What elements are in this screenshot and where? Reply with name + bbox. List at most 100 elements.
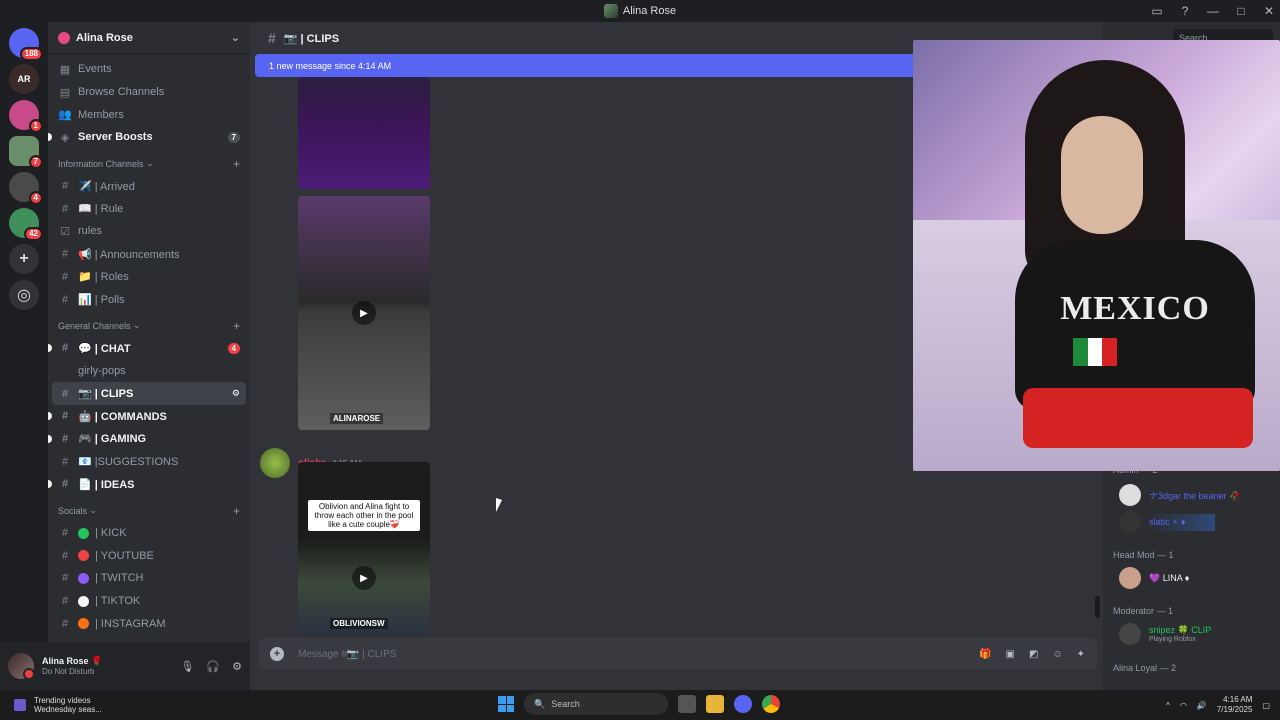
hash-icon: # xyxy=(61,595,69,608)
channel-polls[interactable]: # 📊 | Polls xyxy=(48,288,250,311)
scrollbar[interactable] xyxy=(1095,596,1100,618)
channel-gaming[interactable]: # 🎮 | GAMING xyxy=(48,428,250,451)
task-view-icon[interactable] xyxy=(678,695,696,713)
channel-rule[interactable]: # 📖 | Rule xyxy=(48,197,250,220)
wifi-icon[interactable]: ◠ xyxy=(1180,701,1187,710)
sticker-icon[interactable]: ◩ xyxy=(1029,649,1038,660)
stream-overlay[interactable]: MEXICO xyxy=(913,40,1280,471)
play-icon[interactable]: ▶ xyxy=(352,566,376,590)
close-button[interactable]: ✕ xyxy=(1262,4,1276,18)
hash-icon: # xyxy=(61,478,69,491)
discord-icon[interactable] xyxy=(734,695,752,713)
server-badge: 42 xyxy=(24,227,43,241)
play-icon[interactable]: ▶ xyxy=(352,301,376,325)
window-controls: ▭ ? — □ ✕ xyxy=(1150,0,1276,22)
member-row[interactable]: 💜 LINA ♦ xyxy=(1119,567,1189,589)
stream-shirt: MEXICO xyxy=(1015,240,1255,410)
clip-thumbnail[interactable]: ▶ ALINAROSE xyxy=(298,196,430,430)
channel-commands[interactable]: # 🤖 | COMMANDS xyxy=(48,405,250,428)
gift-icon[interactable]: 🎁 xyxy=(979,649,991,660)
volume-icon[interactable]: 🔊 xyxy=(1197,701,1207,710)
gif-icon[interactable]: ▣ xyxy=(1005,649,1014,660)
channel-clips[interactable]: # 📷 | CLIPS ⚙ xyxy=(52,382,246,405)
avatar xyxy=(1119,623,1141,645)
minimize-button[interactable]: — xyxy=(1206,4,1220,18)
avatar[interactable] xyxy=(8,653,35,680)
add-channel-icon[interactable]: + xyxy=(233,504,240,518)
headphones-icon[interactable]: 🎧 xyxy=(206,660,220,673)
member-row[interactable]: ナ3dgar the beaner 🥀 xyxy=(1119,484,1240,506)
server-icon[interactable]: 42 xyxy=(9,208,43,241)
server-list: 188 AR 1 7 4 42 + ◎ xyxy=(0,22,48,690)
channel-tiktok[interactable]: # | TIKTOK xyxy=(48,590,250,613)
new-messages-banner[interactable]: 1 new message since 4:14 AM xyxy=(255,54,915,77)
maximize-button[interactable]: □ xyxy=(1234,4,1248,18)
channel-roles[interactable]: # 📁 | Roles xyxy=(48,266,250,289)
sidebar-item-members[interactable]: 👥 Members xyxy=(48,103,250,126)
inbox-icon[interactable]: ▭ xyxy=(1150,4,1164,18)
hash-icon: # xyxy=(61,455,69,468)
avatar[interactable] xyxy=(260,448,290,478)
sidebar-item-events[interactable]: ▦ Events xyxy=(48,58,250,81)
category-information[interactable]: Information Channels ⌄ + xyxy=(48,153,250,175)
clock[interactable]: 4:16 AM 7/19/2025 xyxy=(1217,695,1253,715)
channel-chat[interactable]: # 💬 | CHAT 4 xyxy=(48,337,250,360)
chrome-icon[interactable] xyxy=(762,695,780,713)
hash-icon: # xyxy=(61,549,69,562)
hash-icon: # xyxy=(61,527,69,540)
channel-announcements[interactable]: # 📢 | Announcements xyxy=(48,243,250,266)
server-badge: 4 xyxy=(28,191,43,205)
clip-video[interactable]: Oblivion and Alina fight to throw each o… xyxy=(298,462,430,635)
sidebar-item-server-boosts[interactable]: ◈ Server Boosts 7 xyxy=(48,126,250,149)
channel-twitch[interactable]: # | TWITCH xyxy=(48,567,250,590)
server-icon[interactable]: 4 xyxy=(9,172,43,205)
instagram-icon xyxy=(78,618,89,630)
channel-suggestions[interactable]: # 📧 |SUGGESTIONS xyxy=(48,450,250,473)
window-titlebar: Alina Rose ▭ ? — □ ✕ xyxy=(0,0,1280,22)
member-row[interactable]: snipez 🍀 CLIP Playing Roblox xyxy=(1119,623,1211,645)
message-input[interactable]: + Message #📷 | CLIPS 🎁 ▣ ◩ ☺ ✦ xyxy=(258,638,1097,670)
file-explorer-icon[interactable] xyxy=(706,695,724,713)
sidebar-item-browse-channels[interactable]: ▤ Browse Channels xyxy=(48,81,250,104)
member-activity: Playing Roblox xyxy=(1149,636,1196,643)
help-icon[interactable]: ? xyxy=(1178,4,1192,18)
discover-icon[interactable]: ◎ xyxy=(9,280,39,310)
add-server-icon[interactable]: + xyxy=(9,244,39,274)
channel-kick[interactable]: # | KICK xyxy=(48,522,250,545)
settings-icon[interactable]: ⚙ xyxy=(232,388,240,399)
chevron-up-icon[interactable]: ^ xyxy=(1166,701,1170,710)
guild-header[interactable]: Alina Rose ⌄ xyxy=(48,22,250,54)
attach-icon[interactable]: + xyxy=(270,647,284,661)
microphone-icon[interactable]: 🎙 xyxy=(180,660,194,673)
channel-girly-pops[interactable]: girly-pops xyxy=(48,360,250,383)
message-placeholder: Message #📷 | CLIPS xyxy=(298,648,397,660)
add-channel-icon[interactable]: + xyxy=(233,319,240,333)
member-row[interactable]: slatic ⚡ ♦ xyxy=(1119,511,1216,533)
home-server-icon[interactable]: 188 xyxy=(9,28,43,61)
add-channel-icon[interactable]: + xyxy=(233,157,240,171)
members-icon: 👥 xyxy=(58,109,72,122)
apps-icon[interactable]: ✦ xyxy=(1077,649,1085,660)
user-panel: Alina Rose 🌹 Do Not Disturb 🎙 🎧 ⚙ xyxy=(0,642,250,690)
stream-face xyxy=(1061,116,1143,234)
chevron-down-icon: ⌄ xyxy=(230,32,240,44)
server-icon-active[interactable]: 7 xyxy=(9,136,43,169)
gear-icon[interactable]: ⚙ xyxy=(232,660,242,673)
category-socials[interactable]: Socials ⌄ + xyxy=(48,500,250,522)
category-general[interactable]: General Channels ⌄ + xyxy=(48,315,250,337)
taskbar-search[interactable]: 🔍 Search xyxy=(524,693,668,715)
clip-thumbnail[interactable] xyxy=(298,77,430,189)
search-icon: 🔍 xyxy=(534,698,546,709)
widgets-news[interactable]: Trending videos Wednesday seas... xyxy=(0,696,102,714)
channel-youtube[interactable]: # | YOUTUBE xyxy=(48,544,250,567)
channel-rules[interactable]: ☑ rules xyxy=(48,220,250,243)
server-icon-ar[interactable]: AR xyxy=(9,64,39,94)
guild-icon xyxy=(58,31,70,44)
emoji-icon[interactable]: ☺ xyxy=(1052,649,1062,660)
windows-start-icon[interactable] xyxy=(498,696,514,712)
server-icon[interactable]: 1 xyxy=(9,100,43,133)
channel-ideas[interactable]: # 📄 | IDEAS xyxy=(48,473,250,496)
channel-instagram[interactable]: # | INSTAGRAM xyxy=(48,612,250,635)
channel-arrived[interactable]: # ✈️ | Arrived xyxy=(48,175,250,198)
notifications-icon[interactable]: ▢ xyxy=(1262,701,1270,710)
